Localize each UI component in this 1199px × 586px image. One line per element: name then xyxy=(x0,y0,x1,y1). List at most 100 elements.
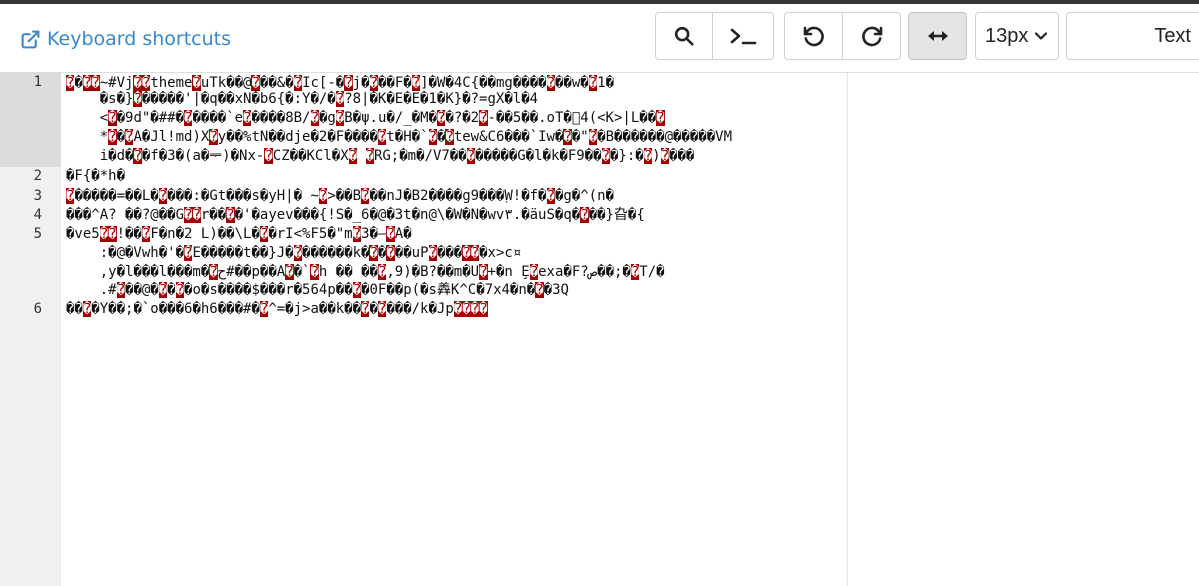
editor-mode-value: Text xyxy=(1154,24,1191,47)
code-text: �'�ayev���{!S�_6�@�3t�n@\�W�N�wv٣.�äuS�q… xyxy=(234,207,581,223)
font-size-value: 13px xyxy=(985,24,1029,47)
invalid-char-marker: � xyxy=(445,129,454,145)
code-text: exa�F?ص��;� xyxy=(538,264,631,280)
font-size-select[interactable]: 13px xyxy=(975,12,1059,60)
code-text: -��5��.oT�⃞4(<K>|L�� xyxy=(487,110,657,126)
code-text: ~#Vj xyxy=(99,75,134,91)
code-text: theme xyxy=(150,75,193,91)
invalid-char-marker: � xyxy=(428,245,437,261)
undo-button[interactable] xyxy=(784,12,843,60)
invalid-char-marker: �� xyxy=(184,207,201,223)
invalid-char-marker: � xyxy=(479,110,488,126)
invalid-char-marker: � xyxy=(369,245,378,261)
code-text: ��uP xyxy=(394,245,429,261)
code-line-row: .#���@�����o�s����$���r�564p����0F��p(�s… xyxy=(66,282,569,298)
code-text: � xyxy=(116,129,126,145)
code-line-row: �ve5��!���F�n�2 L)��\L���rI<%F5�"m�3�—�A… xyxy=(66,226,412,242)
invalid-char-marker: � xyxy=(310,264,319,280)
code-text: �" xyxy=(571,129,589,145)
code-text: h �� �� xyxy=(318,264,378,280)
command-palette-button[interactable] xyxy=(712,12,774,60)
code-text: ��� xyxy=(669,148,695,164)
code-text: RG;�m�/V7�� xyxy=(373,148,467,164)
redo-icon xyxy=(861,26,882,47)
code-text: ��w� xyxy=(555,75,589,91)
code-text: 1� xyxy=(597,75,615,91)
code-text: �s�} xyxy=(66,91,134,107)
invalid-char-marker: � xyxy=(335,91,345,107)
code-text: A�Jl!md)X xyxy=(133,129,210,145)
code-text: i�d� xyxy=(66,148,134,164)
invalid-char-marker: � xyxy=(352,282,362,298)
code-text: �g�^(n� xyxy=(554,188,614,204)
code-text: ���^A? ��?@��G xyxy=(66,207,185,223)
code-text: T/� xyxy=(639,264,665,280)
invalid-char-marker: � xyxy=(588,75,598,91)
invalid-char-marker: � xyxy=(656,110,665,126)
invalid-char-marker: � xyxy=(285,264,294,280)
invalid-char-marker: � xyxy=(310,110,319,126)
invalid-char-marker: � xyxy=(462,245,471,261)
word-wrap-toggle[interactable] xyxy=(908,12,967,60)
invalid-char-marker: � xyxy=(470,245,480,261)
code-content[interactable]: ����~#Vj��theme�uTk��@���&��Ic[-��j����F… xyxy=(0,73,847,586)
invalid-char-marker: � xyxy=(643,148,653,164)
invalid-char-marker: � xyxy=(466,148,476,164)
code-text: ���:�Gt���s�yH|� ~ xyxy=(167,188,319,204)
code-text: A� xyxy=(394,226,412,242)
code-line-row: ,y�l���l���m��ح#��p��A��`�h �� ���,9)�B?… xyxy=(66,264,665,280)
code-text: r�� xyxy=(200,207,227,223)
code-line-row: ���^A? ��?@��G��r����'�ayev���{!S�_6�@�3… xyxy=(66,207,645,223)
code-text: �����G�l�k�F9�� xyxy=(475,148,602,164)
terminal-icon xyxy=(730,28,757,45)
invalid-char-marker: � xyxy=(660,148,670,164)
code-line-row: *���A�Jl!md)X�y��%tN��dje�2�F�����t�H�`�… xyxy=(66,129,732,145)
code-editor[interactable]: 1 2 3 4 5 6 ����~#Vj��theme�uTk��@���&��… xyxy=(0,72,1199,586)
code-line-row: ������=��L�����:�Gt���s�yH|� ~�>��B���nJ… xyxy=(66,188,614,204)
invalid-char-marker: � xyxy=(588,129,598,145)
invalid-char-marker: � xyxy=(352,226,362,242)
invalid-char-marker: � xyxy=(264,148,273,164)
wrap-arrows-icon xyxy=(927,31,948,41)
code-text: B�ψ.u�/_�M� xyxy=(344,110,437,126)
code-text: CZ��KCl�X xyxy=(272,148,349,164)
code-text: �� xyxy=(66,301,83,317)
invalid-char-marker: � xyxy=(226,207,235,223)
invalid-char-marker: � xyxy=(293,75,303,91)
code-text: �Y��;�`o���6�h6���#� xyxy=(91,301,260,317)
invalid-char-marker: � xyxy=(335,110,345,126)
invalid-char-marker: � xyxy=(546,188,555,204)
code-text: �F{�*h� xyxy=(66,168,126,184)
code-text: ������k� xyxy=(302,245,370,261)
invalid-char-marker: � xyxy=(192,75,201,91)
editor-mode-select[interactable]: Text xyxy=(1066,12,1199,60)
code-text: tew&C6���`Iw� xyxy=(453,129,564,145)
invalid-char-marker: � xyxy=(158,282,168,298)
code-text: * xyxy=(66,129,109,145)
code-text: �����'|�q��xN�b6{�:Y�/� xyxy=(141,91,336,107)
code-text: �o�s����$���r�564p�� xyxy=(184,282,353,298)
chevron-down-icon xyxy=(1035,32,1048,40)
undo-icon xyxy=(803,26,824,47)
redo-button[interactable] xyxy=(842,12,901,60)
code-text: ]�W�4C{��mg���� xyxy=(420,75,547,91)
code-text: ��� xyxy=(436,245,463,261)
code-text: ) xyxy=(652,148,661,164)
code-line-row: �s�}������'|�q��xN�b6{�:Y�/��?8|�K�E�E�1… xyxy=(66,91,538,107)
code-line-row: ����~#Vj��theme�uTk��@���&��Ic[-��j����F… xyxy=(66,75,614,91)
keyboard-shortcuts-link[interactable]: Keyboard shortcuts xyxy=(20,26,231,52)
code-text: ,9)�B?��m�U xyxy=(386,264,480,280)
invalid-char-marker: � xyxy=(293,245,303,261)
invalid-char-marker: � xyxy=(348,148,358,164)
invalid-char-marker: � xyxy=(344,75,353,91)
code-text: < xyxy=(66,110,109,126)
code-line-row: ����Y��;�`o���6�h6���#��^=�j>a��k�������… xyxy=(66,301,488,317)
search-button[interactable] xyxy=(655,12,713,60)
invalid-char-marker: � xyxy=(209,129,218,145)
code-text: ��}旮�{ xyxy=(588,207,645,223)
invalid-char-marker: � xyxy=(108,129,117,145)
invalid-char-marker: � xyxy=(209,264,218,280)
search-icon xyxy=(674,26,694,46)
code-line-row: i�d���f�3�(a�ᆕ)�Nx-�CZ��KCl�X� �RG;�m�/V… xyxy=(66,148,694,164)
